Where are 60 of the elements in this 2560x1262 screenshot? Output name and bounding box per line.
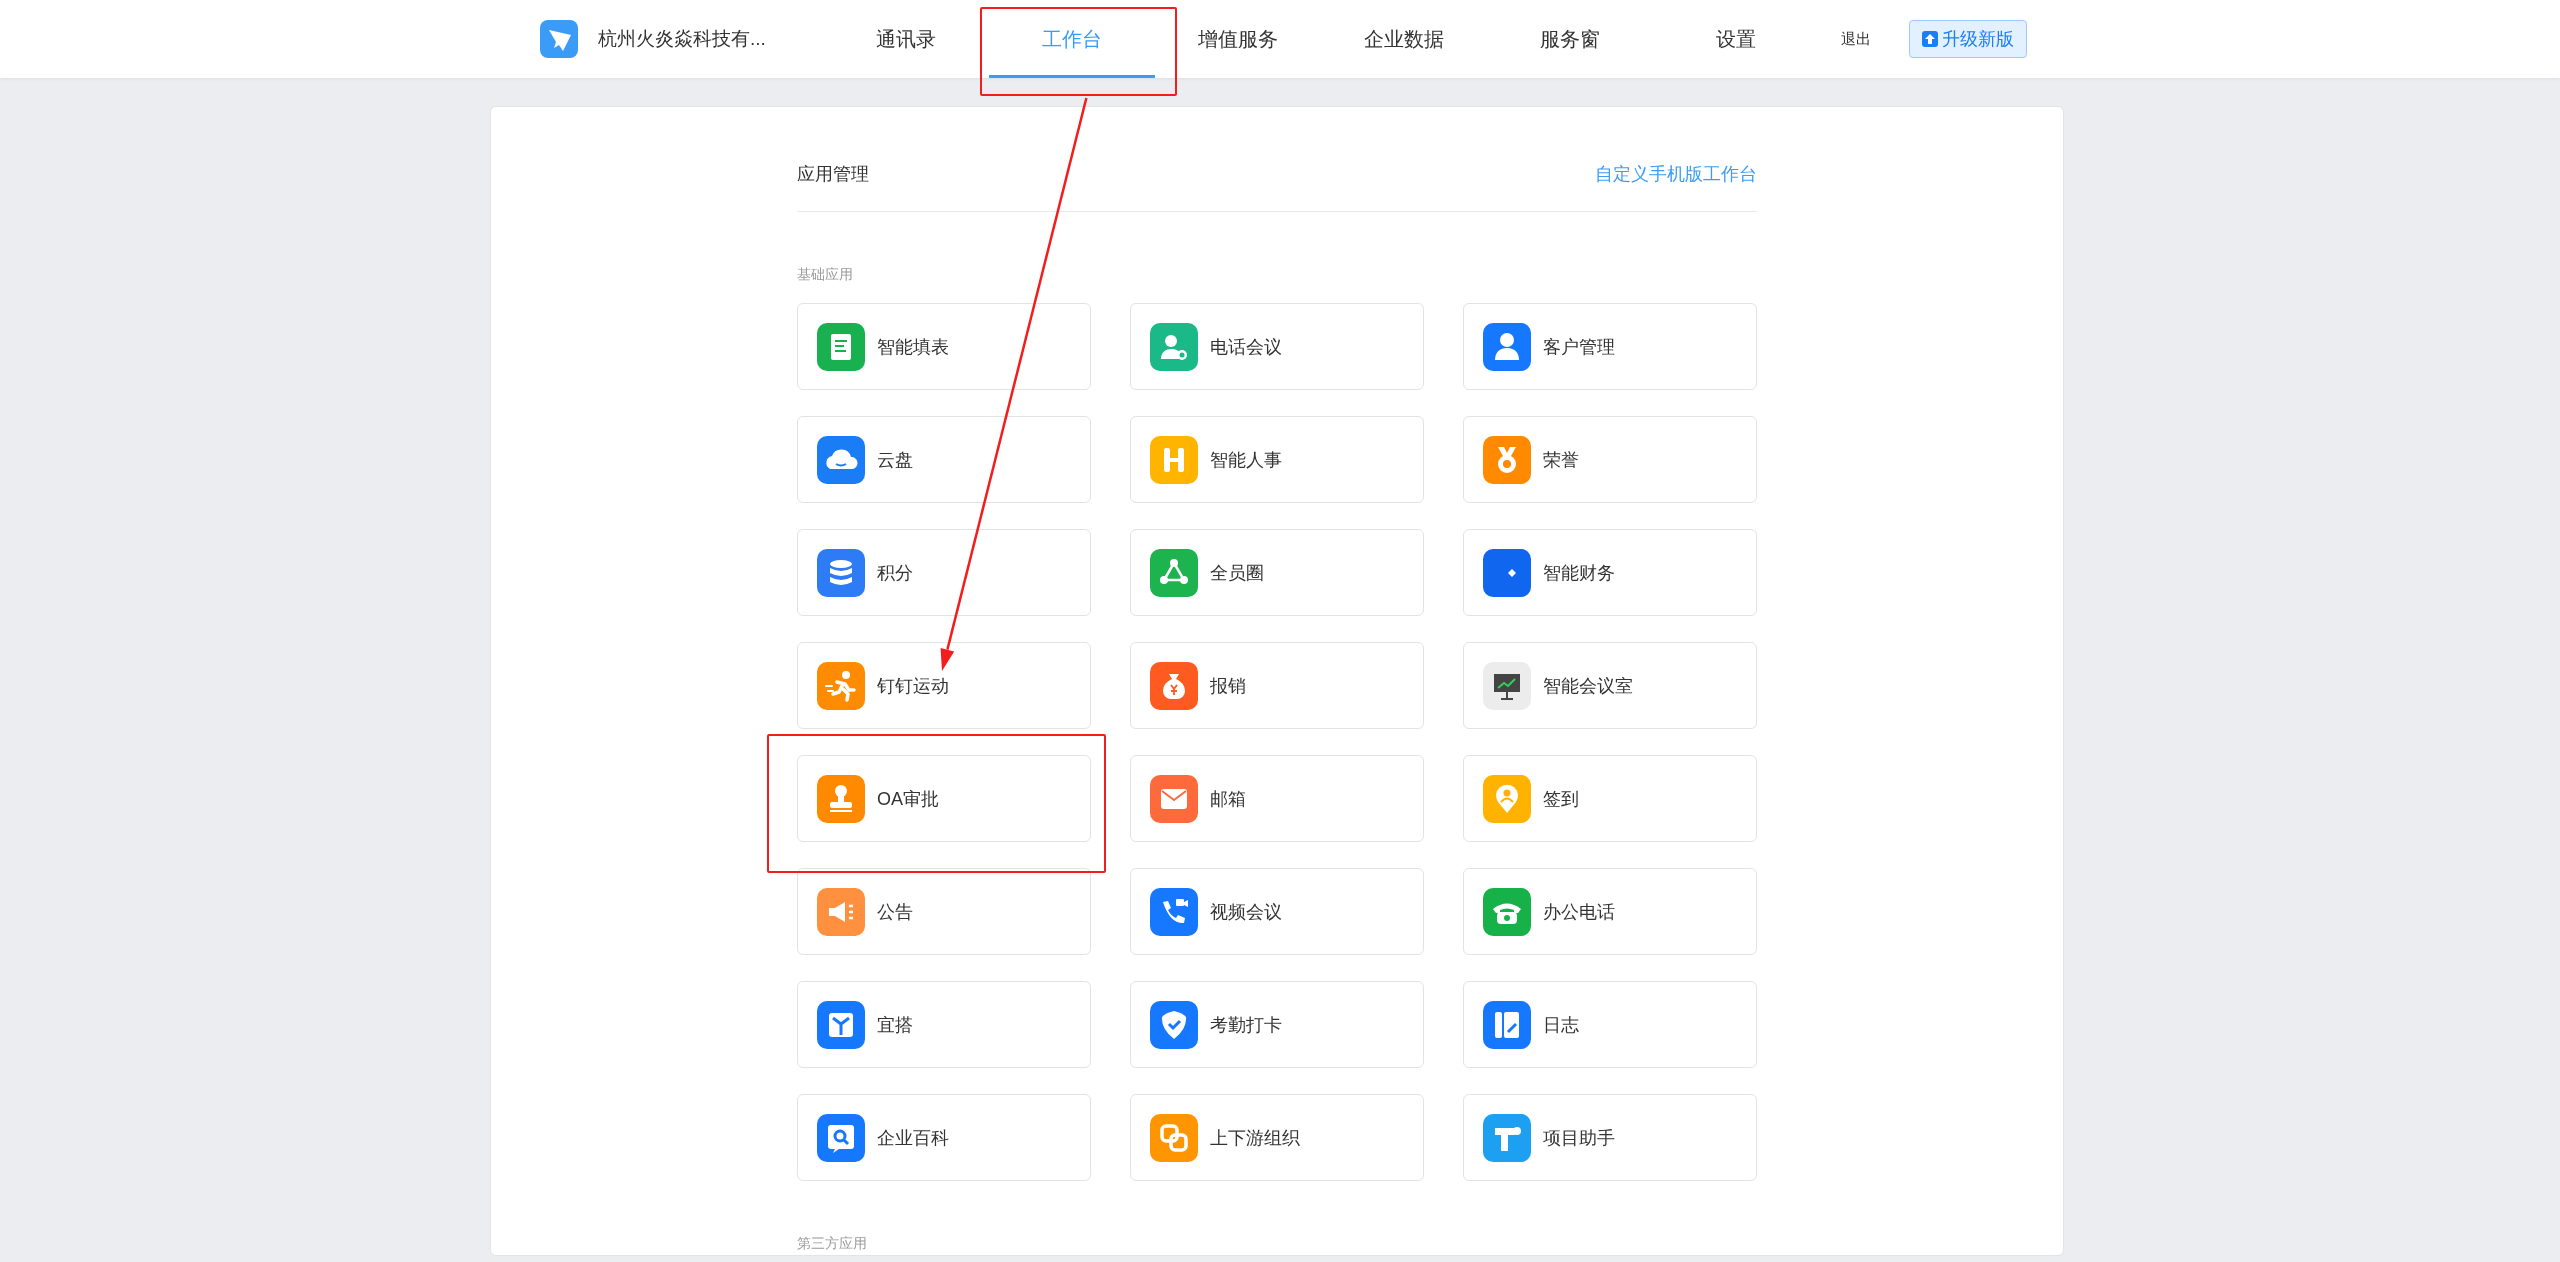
app-name: 智能填表 xyxy=(877,335,949,359)
nav-tab[interactable]: 服务窗 xyxy=(1487,0,1653,78)
app-card[interactable]: 智能填表 xyxy=(797,303,1091,390)
app-name: 全员圈 xyxy=(1210,561,1264,585)
upload-arrow-icon xyxy=(1922,31,1938,47)
app-card[interactable]: 荣誉 xyxy=(1463,416,1757,503)
app-card[interactable]: 邮箱 xyxy=(1130,755,1424,842)
app-name: 签到 xyxy=(1543,787,1579,811)
app-card[interactable]: 报销 xyxy=(1130,642,1424,729)
app-name: 项目助手 xyxy=(1543,1126,1615,1150)
app-name: 云盘 xyxy=(877,448,913,472)
app-card[interactable]: 企业百科 xyxy=(797,1094,1091,1181)
app-name: 办公电话 xyxy=(1543,900,1615,924)
category-label: 第三方应用 xyxy=(797,1234,868,1252)
app-name: 宜搭 xyxy=(877,1013,913,1037)
app-name: 荣誉 xyxy=(1543,448,1579,472)
app-card[interactable]: 智能人事 xyxy=(1130,416,1424,503)
app-name: 邮箱 xyxy=(1210,787,1246,811)
app-card[interactable]: 全员圈 xyxy=(1130,529,1424,616)
paper-plane-logo-icon xyxy=(540,20,578,58)
app-card[interactable]: 宜搭 xyxy=(797,981,1091,1068)
app-name: OA审批 xyxy=(877,787,939,811)
category-label: 基础应用 xyxy=(797,265,854,283)
app-name: 智能财务 xyxy=(1543,561,1615,585)
app-name: 企业百科 xyxy=(877,1126,949,1150)
app-name: 钉钉运动 xyxy=(877,674,949,698)
app-card[interactable]: 考勤打卡 xyxy=(1130,981,1424,1068)
app-name: 日志 xyxy=(1543,1013,1579,1037)
nav-tab[interactable]: 增值服务 xyxy=(1155,0,1321,78)
nav-tab[interactable]: 企业数据 xyxy=(1321,0,1487,78)
nav-tab[interactable]: 通讯录 xyxy=(823,0,989,78)
app-card[interactable]: 上下游组织 xyxy=(1130,1094,1424,1181)
app-card[interactable]: 公告 xyxy=(797,868,1091,955)
app-card[interactable]: 钉钉运动 xyxy=(797,642,1091,729)
app-name: 报销 xyxy=(1210,674,1246,698)
nav-tab[interactable]: 设置 xyxy=(1653,0,1819,78)
app-card[interactable]: 智能财务 xyxy=(1463,529,1757,616)
app-name: 上下游组织 xyxy=(1210,1126,1300,1150)
app-card[interactable]: 日志 xyxy=(1463,981,1757,1068)
app-card[interactable]: 客户管理 xyxy=(1463,303,1757,390)
app-name: 电话会议 xyxy=(1210,335,1282,359)
app-name: 智能人事 xyxy=(1210,448,1282,472)
section-title: 应用管理 xyxy=(797,163,869,186)
app-card[interactable]: 办公电话 xyxy=(1463,868,1757,955)
app-name: 视频会议 xyxy=(1210,900,1282,924)
app-card[interactable]: 智能会议室 xyxy=(1463,642,1757,729)
app-card[interactable]: 云盘 xyxy=(797,416,1091,503)
logout-link[interactable]: 退出 xyxy=(1821,29,1891,49)
app-card[interactable]: 签到 xyxy=(1463,755,1757,842)
app-card[interactable]: OA审批 xyxy=(797,755,1091,842)
app-name: 客户管理 xyxy=(1543,335,1615,359)
app-name: 智能会议室 xyxy=(1543,674,1633,698)
app-card[interactable]: 视频会议 xyxy=(1130,868,1424,955)
app-name: 积分 xyxy=(877,561,913,585)
app-name: 考勤打卡 xyxy=(1210,1013,1282,1037)
app-card[interactable]: 电话会议 xyxy=(1130,303,1424,390)
company-name: 杭州火炎焱科技有... xyxy=(598,27,766,51)
app-name: 公告 xyxy=(877,900,913,924)
app-card[interactable]: 项目助手 xyxy=(1463,1094,1757,1181)
app-card[interactable]: 积分 xyxy=(797,529,1091,616)
